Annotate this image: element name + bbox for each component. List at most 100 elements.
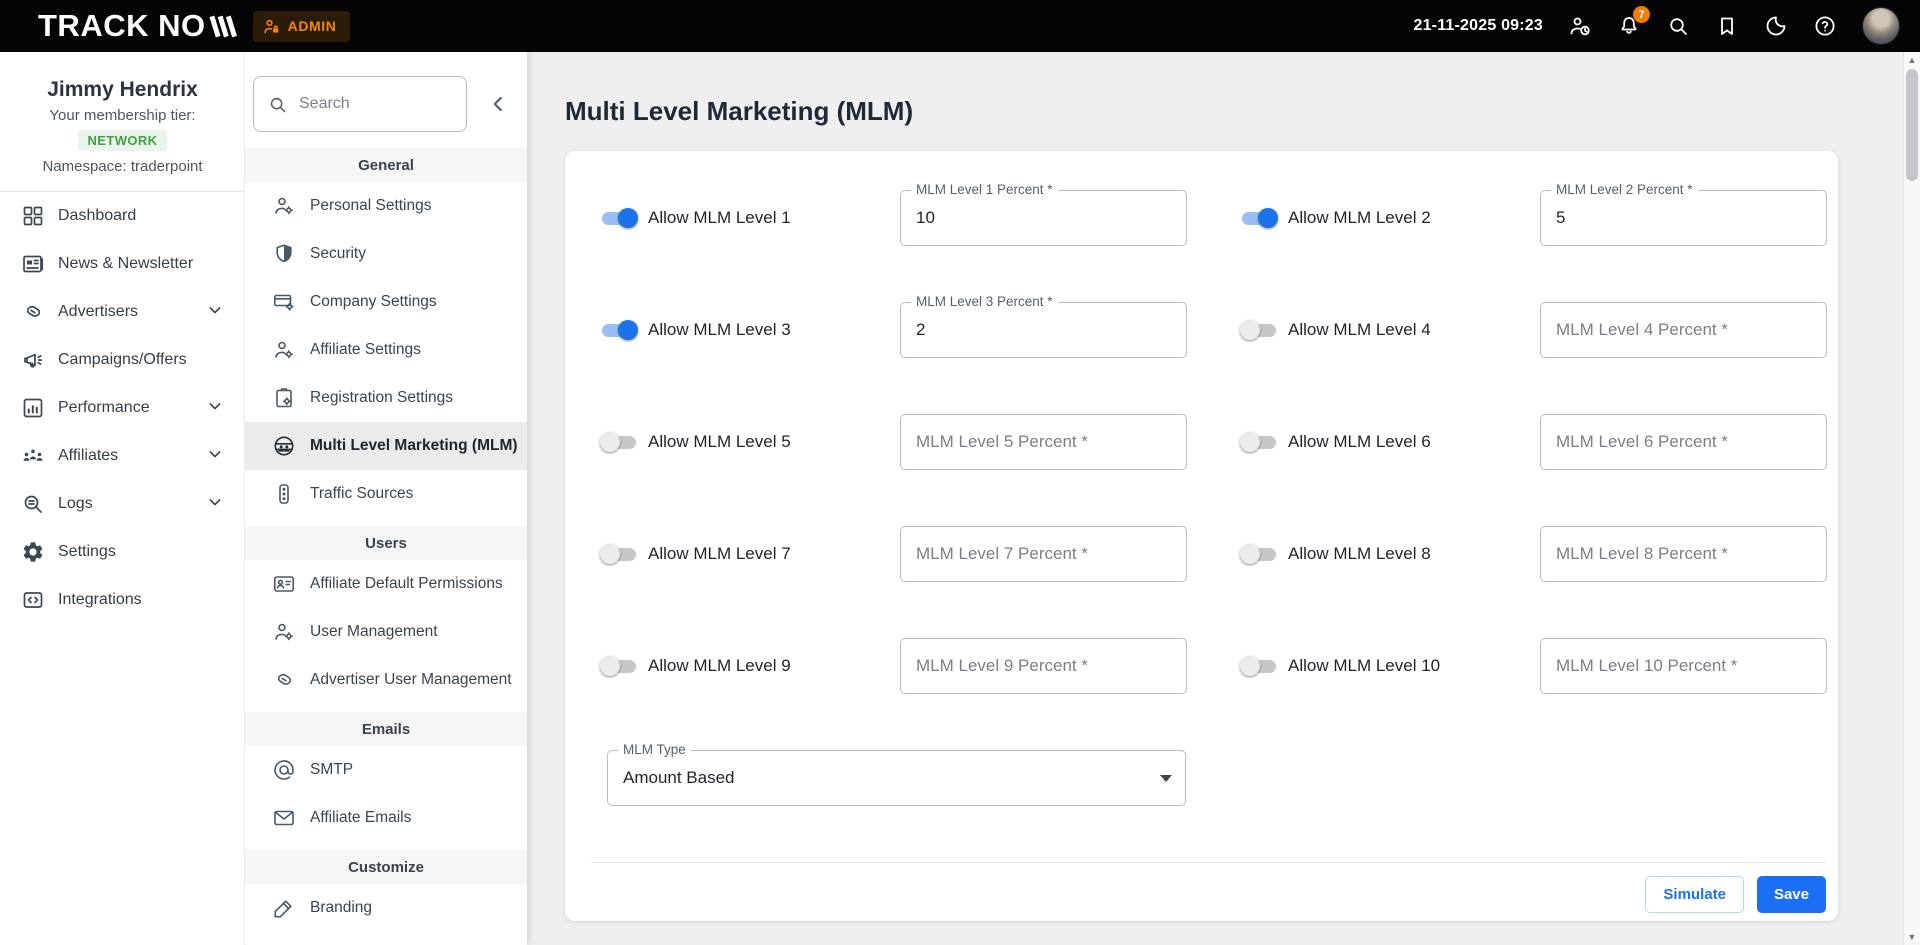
sidebar-item-settings[interactable]: Settings [0, 528, 245, 576]
menu-item-security[interactable]: Security [245, 230, 527, 278]
moon-icon [1764, 14, 1788, 38]
menu-item-registration-settings[interactable]: Registration Settings [245, 374, 527, 422]
menu-item-user-management[interactable]: User Management [245, 608, 527, 656]
sidebar-item-integrations[interactable]: Integrations [0, 576, 245, 624]
menu-item-traffic-sources[interactable]: Traffic Sources [245, 470, 527, 518]
settings-search-input[interactable] [299, 95, 449, 113]
mlm-level-6-percent-input[interactable] [1541, 415, 1826, 469]
menu-item-affiliate-emails[interactable]: Affiliate Emails [245, 794, 527, 842]
sidebar-item-affiliates[interactable]: Affiliates [0, 432, 245, 480]
mlm-level-3-percent-input[interactable] [901, 303, 1186, 357]
menu-item-personal-settings[interactable]: Personal Settings [245, 182, 527, 230]
bell-button[interactable]: 7 [1617, 14, 1641, 38]
avatar[interactable] [1862, 7, 1900, 45]
mlm-level-row: Allow MLM Level 5Allow MLM Level 6 [565, 414, 1838, 470]
sidebar-item-label: Logs [58, 495, 93, 513]
dashboard-icon [21, 204, 45, 228]
mlm-type-select[interactable]: MLM Type Amount Based [607, 750, 1186, 806]
sidebar-item-campaigns-offers[interactable]: Campaigns/Offers [0, 336, 245, 384]
allow-mlm-level-5-toggle[interactable] [600, 432, 638, 452]
field-floating-label: MLM Level 3 Percent * [911, 294, 1058, 309]
scrollbar-thumb[interactable] [1906, 69, 1918, 181]
allow-mlm-level-6-toggle[interactable] [1240, 432, 1278, 452]
save-button[interactable]: Save [1757, 876, 1826, 913]
allow-mlm-level-4-label: Allow MLM Level 4 [1288, 320, 1540, 340]
app-logo[interactable]: TRACK NO [38, 8, 237, 44]
bookmark-button[interactable] [1715, 14, 1739, 38]
sidebar-item-performance[interactable]: Performance [0, 384, 245, 432]
allow-mlm-level-10-toggle[interactable] [1240, 656, 1278, 676]
allow-mlm-level-3-label: Allow MLM Level 3 [648, 320, 900, 340]
sidebar-item-news-newsletter[interactable]: News & Newsletter [0, 240, 245, 288]
allow-mlm-level-4-toggle[interactable] [1240, 320, 1278, 340]
mlm-level-9-percent-input[interactable] [901, 639, 1186, 693]
menu-item-advertiser-user-management[interactable]: Advertiser User Management [245, 656, 527, 704]
person-gear-icon [272, 338, 296, 362]
search-button[interactable] [1666, 14, 1690, 38]
allow-mlm-level-8-toggle[interactable] [1240, 544, 1278, 564]
toggle-cell [1240, 320, 1288, 340]
search-icon [1666, 14, 1690, 38]
namespace-label: Namespace: traderpoint [0, 158, 245, 175]
menu-item-label: User Management [310, 623, 438, 641]
mlm-level-4-group: Allow MLM Level 4 [1240, 302, 1827, 358]
allow-mlm-level-8-label: Allow MLM Level 8 [1288, 544, 1540, 564]
scrollbar-down-arrow[interactable]: ▼ [1904, 929, 1920, 945]
page-scrollbar[interactable]: ▲ ▼ [1903, 52, 1920, 945]
mlm-level-8-percent-input[interactable] [1541, 527, 1826, 581]
menu-item-affiliate-settings[interactable]: Affiliate Settings [245, 326, 527, 374]
menu-item-branding[interactable]: Branding [245, 884, 527, 932]
mlm-level-4-percent-input[interactable] [1541, 303, 1826, 357]
simulate-button[interactable]: Simulate [1645, 876, 1744, 913]
sidebar-item-dashboard[interactable]: Dashboard [0, 192, 245, 240]
globe-people-icon [272, 434, 296, 458]
collapse-panel-button[interactable] [485, 91, 511, 117]
toggle-thumb [618, 208, 638, 228]
menu-item-affiliate-default-permissions[interactable]: Affiliate Default Permissions [245, 560, 527, 608]
allow-mlm-level-3-toggle[interactable] [600, 320, 638, 340]
menu-section-header: Emails [245, 712, 527, 746]
mlm-level-5-percent-input[interactable] [901, 415, 1186, 469]
admin-badge: ADMIN [253, 11, 350, 42]
toggle-thumb [600, 656, 620, 676]
allow-mlm-level-7-label: Allow MLM Level 7 [648, 544, 900, 564]
mlm-level-1-percent-input[interactable] [901, 191, 1186, 245]
sidebar-nav: DashboardNews & NewsletterAdvertisersCam… [0, 192, 245, 624]
scrollbar-up-arrow[interactable]: ▲ [1904, 52, 1920, 68]
moon-button[interactable] [1764, 14, 1788, 38]
allow-mlm-level-7-toggle[interactable] [600, 544, 638, 564]
menu-item-smtp[interactable]: SMTP [245, 746, 527, 794]
allow-mlm-level-1-toggle[interactable] [600, 208, 638, 228]
field-floating-label: MLM Level 2 Percent * [1551, 182, 1698, 197]
user-clock-icon [1568, 14, 1592, 38]
sidebar-item-logs[interactable]: Logs [0, 480, 245, 528]
person-gear-icon [272, 194, 296, 218]
help-button[interactable] [1813, 14, 1837, 38]
user-clock-button[interactable] [1568, 14, 1592, 38]
mlm-level-10-percent-input[interactable] [1541, 639, 1826, 693]
menu-item-multi-level-marketing-mlm-[interactable]: Multi Level Marketing (MLM) [245, 422, 527, 470]
menu-item-translation-management[interactable]: Translation Management [245, 932, 527, 945]
mlm-level-3-group: Allow MLM Level 3MLM Level 3 Percent * [600, 302, 1187, 358]
settings-search-box [253, 76, 467, 132]
toggle-thumb [1240, 544, 1260, 564]
pen-icon [272, 896, 296, 920]
mlm-level-2-percent-input[interactable] [1541, 191, 1826, 245]
menu-item-label: Personal Settings [310, 197, 432, 215]
allow-mlm-level-2-toggle[interactable] [1240, 208, 1278, 228]
profile-block: Jimmy Hendrix Your membership tier: NETW… [0, 52, 245, 192]
allow-mlm-level-1-label: Allow MLM Level 1 [648, 208, 900, 228]
mlm-level-3-percent-field: MLM Level 3 Percent * [900, 302, 1187, 358]
mlm-level-10-group: Allow MLM Level 10 [1240, 638, 1827, 694]
mlm-level-8-percent-field [1540, 526, 1827, 582]
mlm-level-row: Allow MLM Level 3MLM Level 3 Percent *Al… [565, 302, 1838, 358]
logo-w-icon [209, 14, 237, 39]
toggle-cell [600, 320, 648, 340]
allow-mlm-level-9-toggle[interactable] [600, 656, 638, 676]
performance-icon [21, 396, 45, 420]
mlm-level-7-percent-input[interactable] [901, 527, 1186, 581]
sidebar-item-advertisers[interactable]: Advertisers [0, 288, 245, 336]
mlm-level-2-percent-field: MLM Level 2 Percent * [1540, 190, 1827, 246]
toggle-thumb [1258, 208, 1278, 228]
menu-item-company-settings[interactable]: Company Settings [245, 278, 527, 326]
